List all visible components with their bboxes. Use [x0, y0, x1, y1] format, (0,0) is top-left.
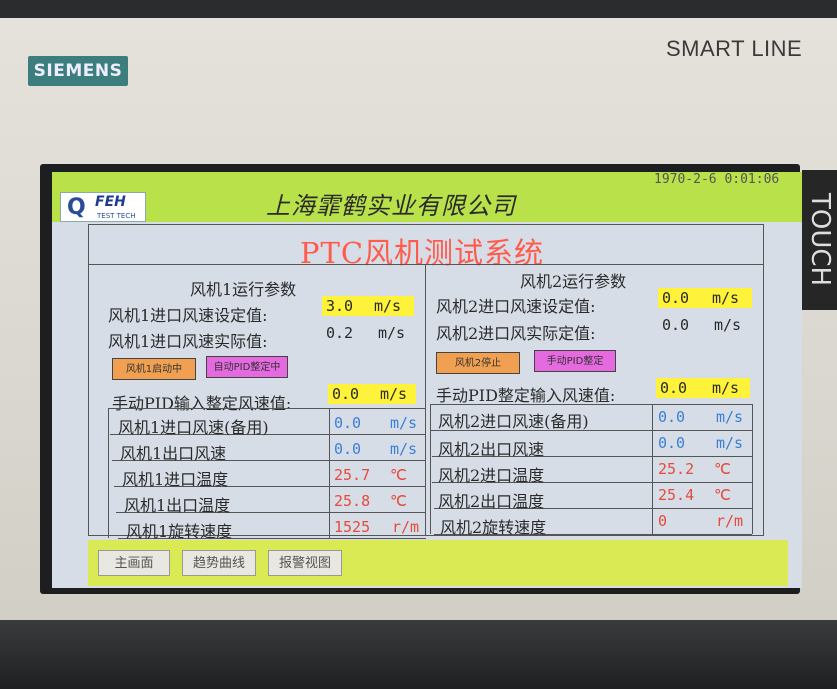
fan1-row-value: 25.8: [334, 492, 371, 510]
fan1-setpoint-value: 3.0: [326, 297, 354, 315]
fan2-stop-button[interactable]: 风机2停止: [436, 352, 520, 374]
fan2-row-value: 0.0: [658, 408, 686, 426]
fan2-row-label: 风机2旋转速度: [440, 518, 547, 537]
siemens-logo: SIEMENS: [28, 56, 128, 86]
fan1-row-value: 25.7: [334, 466, 371, 484]
fan1-row-unit: ℃: [390, 466, 407, 484]
fan1-actual-value: 0.2: [326, 324, 354, 342]
alarm-view-button[interactable]: 报警视图: [268, 550, 342, 576]
table-line: [329, 408, 330, 538]
fan2-row-value: 25.2: [658, 460, 695, 478]
fan1-row-label: 风机1进口风速(备用): [118, 418, 269, 437]
fan1-actual-label: 风机1进口风速实际值:: [108, 332, 268, 351]
fan1-row-unit: m/s: [390, 414, 418, 432]
fan2-setpoint-value: 0.0: [662, 289, 690, 307]
fan2-setpoint-field[interactable]: 0.0 m/s: [658, 288, 752, 308]
trend-curve-button[interactable]: 趋势曲线: [182, 550, 256, 576]
fan1-auto-pid-button[interactable]: 自动PID整定中: [206, 356, 288, 378]
fan2-row-unit: m/s: [716, 408, 744, 426]
table-line: [752, 404, 753, 534]
fan2-row-label: 风机2出口风速: [438, 440, 545, 459]
divider: [425, 264, 426, 536]
fan2-manual-pid-label: 手动PID整定输入风速值:: [436, 386, 616, 405]
fan2-row-unit: m/s: [716, 434, 744, 452]
datetime-display: 1970-2-6 0:01:06: [654, 172, 780, 187]
logo-word: FEH: [95, 194, 126, 210]
fan2-manual-pid-unit: m/s: [712, 379, 740, 397]
fan1-manual-pid-field[interactable]: 0.0 m/s: [328, 384, 416, 404]
fan2-actual-label: 风机2进口风实际定值:: [436, 324, 596, 343]
bezel-bottom: [0, 620, 837, 689]
fan2-row-value: 25.4: [658, 486, 695, 504]
company-name: 上海霏鹤实业有限公司: [266, 192, 516, 220]
logo-subtitle: TEST TECH: [97, 212, 136, 220]
logo-mark-icon: Q: [67, 195, 86, 220]
fan1-actual-unit: m/s: [378, 324, 406, 342]
fan2-row-label: 风机2出口温度: [438, 492, 545, 511]
fan1-row-label: 风机1进口温度: [122, 470, 229, 489]
fan2-row-unit: ℃: [714, 486, 731, 504]
fan2-manual-pid-value: 0.0: [660, 379, 688, 397]
fan1-row-unit: r/m: [392, 518, 420, 536]
fan2-row-value: 0: [658, 512, 668, 530]
fan1-row-unit: m/s: [390, 440, 418, 458]
fan1-setpoint-field[interactable]: 3.0 m/s: [322, 296, 414, 316]
fan1-setpoint-unit: m/s: [374, 297, 402, 315]
fan1-row-label: 风机1出口风速: [120, 444, 227, 463]
fan2-row-unit: r/m: [716, 512, 744, 530]
fan2-setpoint-label: 风机2进口风速设定值:: [436, 297, 596, 316]
fan1-section-title: 风机1运行参数: [190, 280, 297, 299]
fan2-section-title: 风机2运行参数: [520, 272, 627, 291]
fan2-row-label: 风机2进口温度: [438, 466, 545, 485]
fan1-row-unit: ℃: [390, 492, 407, 510]
fan1-row-label: 风机1旋转速度: [126, 522, 233, 541]
fan1-row-value: 0.0: [334, 414, 362, 432]
fan1-manual-pid-value: 0.0: [332, 385, 360, 403]
fan1-row-value: 1525: [334, 518, 371, 536]
company-logo: Q FEH TEST TECH: [60, 192, 146, 222]
divider: [88, 264, 764, 265]
model-label: SMART LINE: [666, 36, 803, 61]
page-title: PTC风机测试系统: [300, 236, 545, 270]
fan1-setpoint-label: 风机1进口风速设定值:: [108, 306, 268, 325]
table-line: [108, 408, 426, 409]
table-line: [652, 404, 653, 534]
fan2-row-value: 0.0: [658, 434, 686, 452]
fan1-row-label: 风机1出口温度: [124, 496, 231, 515]
fan1-row-value: 0.0: [334, 440, 362, 458]
fan1-manual-pid-unit: m/s: [380, 385, 408, 403]
table-line: [430, 404, 431, 534]
fan2-actual-value: 0.0: [662, 316, 690, 334]
table-line: [430, 404, 752, 405]
touch-label: TOUCH: [802, 170, 837, 310]
fan2-row-unit: ℃: [714, 460, 731, 478]
fan2-manual-pid-field[interactable]: 0.0 m/s: [656, 378, 750, 398]
table-line: [108, 408, 109, 538]
fan2-setpoint-unit: m/s: [712, 289, 740, 307]
fan2-manual-pid-button[interactable]: 手动PID整定: [534, 350, 616, 372]
main-screen-button[interactable]: 主画面: [98, 550, 170, 576]
fan1-start-button[interactable]: 风机1启动中: [112, 358, 196, 380]
fan1-manual-pid-label: 手动PID输入整定风速值:: [112, 394, 292, 413]
fan2-row-label: 风机2进口风速(备用): [438, 412, 589, 431]
fan2-actual-unit: m/s: [714, 316, 742, 334]
